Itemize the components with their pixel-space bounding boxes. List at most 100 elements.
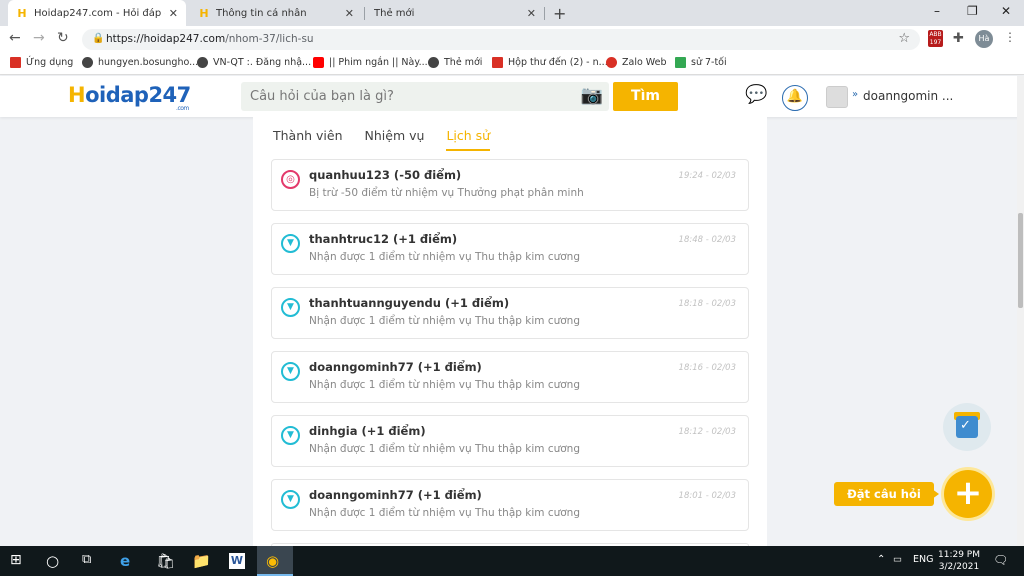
gift-task-button[interactable]: ✓ xyxy=(943,403,991,451)
tray-chevron-up-icon[interactable]: ⌃ xyxy=(877,554,885,565)
history-desc: Nhận được 1 điểm từ nhiệm vụ Thu thập ki… xyxy=(309,379,580,391)
history-item[interactable]: ▼ doanngominh77 (+1 điểm) Nhận được 1 đi… xyxy=(271,479,749,531)
history-item[interactable]: ◎ quanhuu123 (-50 điểm) Bị trừ -50 điểm … xyxy=(271,159,749,211)
search-circle-icon[interactable]: ○ xyxy=(46,552,59,570)
tab-title: Thông tin cá nhân xyxy=(216,7,307,19)
history-user: thanhtuannguyendu (+1 điểm) xyxy=(309,296,510,310)
extension-badge-icon[interactable]: ABB 197 xyxy=(928,30,943,47)
file-explorer-icon[interactable]: 📁 xyxy=(192,552,211,570)
network-icon[interactable]: ▭ xyxy=(893,554,902,565)
history-desc: Nhận được 1 điểm từ nhiệm vụ Thu thập ki… xyxy=(309,315,580,327)
history-time: 18:48 - 02/03 xyxy=(678,235,736,245)
tab-thong-tin[interactable]: H Thông tin cá nhân ✕ xyxy=(190,0,362,26)
chat-icon[interactable]: 💬 xyxy=(745,84,767,105)
browser-tab-strip: H Hoidap247.com - Hỏi đáp online ✕ H Thô… xyxy=(0,0,1024,26)
lock-icon: 🔒 xyxy=(92,33,105,44)
zalo-icon xyxy=(606,57,617,68)
hoidap-favicon-icon: H xyxy=(199,6,209,20)
scrollbar-thumb[interactable] xyxy=(1018,213,1023,308)
chevron-down-icon[interactable]: » xyxy=(852,89,858,100)
window-close-icon[interactable]: ✕ xyxy=(1001,4,1011,18)
youtube-icon xyxy=(313,57,324,68)
content-tabs: Thành viên Nhiệm vụ Lịch sử xyxy=(273,128,512,151)
history-time: 18:12 - 02/03 xyxy=(678,427,736,437)
user-avatar[interactable] xyxy=(826,86,848,108)
address-bar[interactable]: 🔒 https://hoidap247.com/nhom-37/lich-su … xyxy=(82,29,920,50)
reload-icon[interactable]: ↻ xyxy=(57,30,69,46)
bookmark-item[interactable]: Thẻ mới xyxy=(428,57,482,68)
history-item[interactable]: ▼ dinhgia (+1 điểm) Nhận được 1 điểm từ … xyxy=(271,415,749,467)
restore-icon[interactable]: ❐ xyxy=(967,4,978,18)
hoidap-favicon-icon: H xyxy=(17,6,27,20)
tab-hoidap[interactable]: H Hoidap247.com - Hỏi đáp online ✕ xyxy=(8,0,186,26)
tab-title: Thẻ mới xyxy=(374,7,415,19)
chrome-icon[interactable]: ◉ xyxy=(266,552,279,570)
profile-avatar[interactable]: Hà xyxy=(975,30,993,48)
close-tab-icon[interactable]: ✕ xyxy=(527,7,536,20)
history-time: 18:16 - 02/03 xyxy=(678,363,736,373)
tab-separator xyxy=(364,7,365,20)
search-placeholder: Câu hỏi của bạn là gì? xyxy=(250,89,394,104)
tab-separator xyxy=(544,7,545,20)
back-arrow-icon[interactable]: ← xyxy=(9,30,21,46)
browser-toolbar: ← → ↻ 🔒 https://hoidap247.com/nhom-37/li… xyxy=(0,26,1024,53)
page-scrollbar[interactable] xyxy=(1017,76,1024,546)
ask-question-plus-button[interactable]: + xyxy=(944,470,992,518)
word-icon[interactable]: W xyxy=(229,553,245,569)
bookmark-star-icon[interactable]: ☆ xyxy=(898,31,910,46)
diamond-icon: ▼ xyxy=(281,234,300,253)
ask-question-label[interactable]: Đặt câu hỏi xyxy=(834,482,934,506)
history-item[interactable]: ▼ thanhtruc12 (+1 điểm) Nhận được 1 điểm… xyxy=(271,223,749,275)
diamond-icon: ▼ xyxy=(281,362,300,381)
tab-title: Hoidap247.com - Hỏi đáp online xyxy=(34,7,165,19)
minimize-icon[interactable]: – xyxy=(934,4,940,18)
bookmark-item[interactable]: Zalo Web xyxy=(606,57,667,68)
tab-tasks[interactable]: Nhiệm vụ xyxy=(365,128,425,151)
site-logo[interactable]: Hoidap247 .com xyxy=(68,83,191,112)
tab-history[interactable]: Lịch sử xyxy=(446,128,491,151)
bookmark-item[interactable]: Ứng dụng xyxy=(10,57,73,68)
windows-taskbar: ⊞ ○ ⧉ e 🛍 📁 W ◉ ⌃ ▭ ENG 11:29 PM 3/2/202… xyxy=(0,546,1024,576)
globe-icon xyxy=(82,57,93,68)
history-desc: Nhận được 1 điểm từ nhiệm vụ Thu thập ki… xyxy=(309,507,580,519)
history-user: doanngominh77 (+1 điểm) xyxy=(309,360,482,374)
new-tab-icon[interactable]: + xyxy=(553,4,566,23)
drive-icon xyxy=(675,57,686,68)
language-indicator[interactable]: ENG xyxy=(913,554,933,565)
history-desc: Nhận được 1 điểm từ nhiệm vụ Thu thập ki… xyxy=(309,443,580,455)
username[interactable]: doanngomin ... xyxy=(863,89,953,103)
bell-icon[interactable]: 🔔 xyxy=(782,85,808,111)
diamond-icon: ▼ xyxy=(281,298,300,317)
search-button[interactable]: Tìm xyxy=(613,82,678,111)
apps-grid-icon xyxy=(10,57,21,68)
tab-the-moi[interactable]: Thẻ mới ✕ xyxy=(366,0,544,26)
url-text[interactable]: https://hoidap247.com/nhom-37/lich-su xyxy=(106,33,314,45)
bookmark-item[interactable]: || Phim ngắn || Này... xyxy=(313,57,428,68)
history-desc: Nhận được 1 điểm từ nhiệm vụ Thu thập ki… xyxy=(309,251,580,263)
camera-icon[interactable]: 📷 xyxy=(581,85,603,106)
clock-time: 11:29 PM xyxy=(938,550,980,560)
forward-arrow-icon[interactable]: → xyxy=(33,30,45,46)
browser-menu-icon[interactable]: ⋮ xyxy=(1004,30,1016,44)
bookmark-item[interactable]: VN-QT :. Đăng nhậ... xyxy=(197,57,311,68)
history-item[interactable]: ▼ thanhtuannguyendu (+1 điểm) Nhận được … xyxy=(271,287,749,339)
gmail-icon xyxy=(492,57,503,68)
bookmark-item[interactable]: sử 7-tối xyxy=(675,57,727,68)
tab-members[interactable]: Thành viên xyxy=(273,128,343,151)
store-icon[interactable]: 🛍 xyxy=(156,552,175,570)
ask-label-arrow xyxy=(932,489,939,499)
history-user: doanngominh77 (+1 điểm) xyxy=(309,488,482,502)
notifications-icon[interactable]: 🗨 xyxy=(993,553,1008,567)
close-tab-icon[interactable]: ✕ xyxy=(169,7,178,20)
bookmark-item[interactable]: hungyen.bosungho... xyxy=(82,57,198,68)
close-tab-icon[interactable]: ✕ xyxy=(345,7,354,20)
bookmark-item[interactable]: Hộp thư đến (2) - n... xyxy=(492,57,608,68)
edge-icon[interactable]: e xyxy=(120,552,130,570)
search-input[interactable]: Câu hỏi của bạn là gì? 📷 xyxy=(241,82,609,111)
windows-start-icon[interactable]: ⊞ xyxy=(10,552,22,568)
system-clock[interactable]: 11:29 PM 3/2/2021 xyxy=(938,549,980,573)
task-view-icon[interactable]: ⧉ xyxy=(82,552,91,567)
extensions-puzzle-icon[interactable]: ✚ xyxy=(953,31,964,46)
checkmark-icon: ✓ xyxy=(960,418,971,433)
history-item[interactable]: ▼ doanngominh77 (+1 điểm) Nhận được 1 đi… xyxy=(271,351,749,403)
